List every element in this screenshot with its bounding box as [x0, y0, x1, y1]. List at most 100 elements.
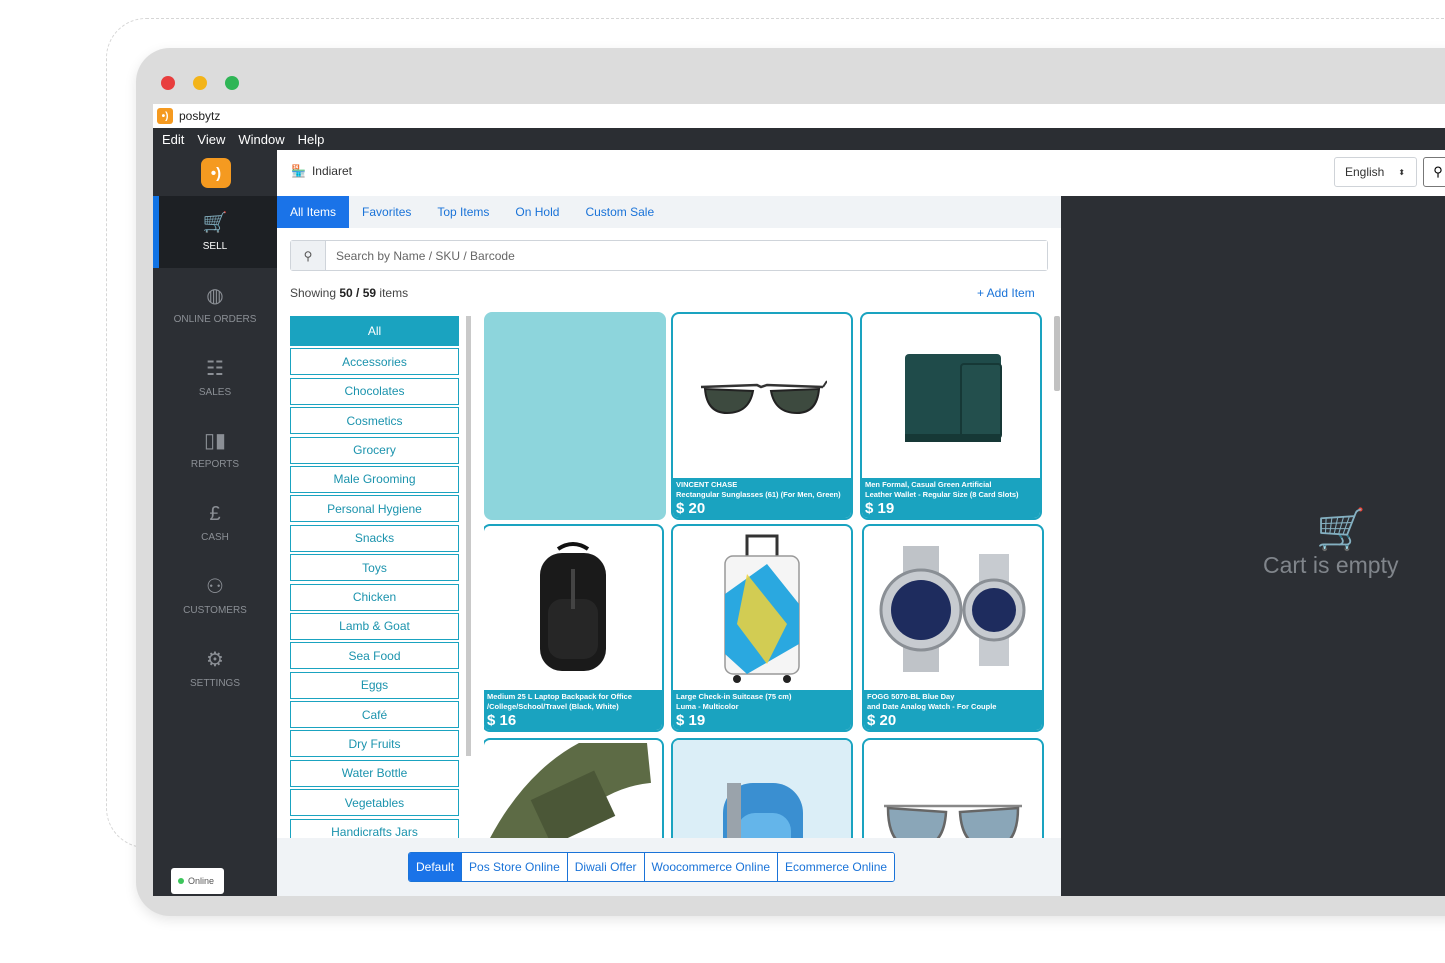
- category-item[interactable]: Lamb & Goat: [290, 612, 459, 640]
- product-card[interactable]: FOGG 5070-BL Blue Day and Date Analog Wa…: [862, 524, 1044, 732]
- store-icon: 🏪: [291, 164, 306, 178]
- checklist-icon: ☷: [206, 358, 224, 380]
- category-item[interactable]: Chocolates: [290, 377, 459, 405]
- price-list-pos-store-online[interactable]: Pos Store Online: [462, 853, 568, 881]
- window-controls: [161, 76, 239, 90]
- sidebar-item-customers[interactable]: ⚇ CUSTOMERS: [153, 560, 277, 632]
- category-item[interactable]: Vegetables: [290, 789, 459, 817]
- store-name: Indiaret: [311, 164, 352, 178]
- bar-chart-icon: ▯▮: [203, 430, 226, 452]
- category-item[interactable]: Chicken: [290, 583, 459, 611]
- app-title: posbytz: [179, 109, 221, 123]
- empty-cart-icon: 🛒: [1316, 508, 1366, 552]
- product-grid-scrollbar[interactable]: [1054, 316, 1060, 391]
- users-icon: ⚇: [206, 576, 224, 598]
- sidebar-item-sell[interactable]: 🛒 SELL: [153, 196, 277, 268]
- category-item[interactable]: Snacks: [290, 524, 459, 552]
- online-status-text: Online: [188, 876, 215, 886]
- sidebar-item-label: REPORTS: [190, 459, 240, 470]
- product-card[interactable]: Medium 25 L Laptop Backpack for Office /…: [484, 524, 664, 732]
- category-item[interactable]: Sea Food: [290, 642, 459, 670]
- showing-prefix: Showing: [290, 286, 337, 300]
- select-arrows-icon: ⬍: [1398, 167, 1406, 177]
- product-price: $ 20: [867, 712, 897, 729]
- price-list-default[interactable]: Default: [409, 853, 463, 881]
- gear-icon: ⚙: [206, 649, 224, 671]
- maximize-dot[interactable]: [225, 76, 239, 90]
- category-item[interactable]: Dry Fruits: [290, 730, 459, 758]
- product-card[interactable]: [671, 738, 853, 838]
- tab-favorites[interactable]: Favorites: [349, 196, 424, 228]
- product-name: FOGG 5070-BL Blue Day and Date Analog Wa…: [867, 692, 997, 711]
- category-item[interactable]: All: [290, 316, 459, 346]
- sidebar-item-online-orders[interactable]: ◍ ONLINE ORDERS: [153, 269, 277, 341]
- price-list-woocommerce-online[interactable]: Woocommerce Online: [644, 853, 779, 881]
- category-item[interactable]: Café: [290, 701, 459, 729]
- product-card-empty[interactable]: [484, 312, 666, 520]
- product-price: $ 19: [865, 500, 895, 517]
- product-name: VINCENT CHASE Rectangular Sunglasses (61…: [676, 480, 841, 499]
- category-scrollbar[interactable]: [466, 316, 471, 756]
- cart-panel: 🛒 Cart is empty: [1061, 196, 1445, 896]
- tab-top-items[interactable]: Top Items: [424, 196, 502, 228]
- search-input[interactable]: [326, 241, 1047, 270]
- sidebar-item-cash[interactable]: £ CASH: [153, 487, 277, 559]
- online-dot-icon: [178, 878, 184, 884]
- category-item[interactable]: Personal Hygiene: [290, 495, 459, 523]
- product-name: Men Formal, Casual Green Artificial Leat…: [865, 480, 1019, 499]
- tab-all-items[interactable]: All Items: [277, 196, 350, 228]
- cash-icon: £: [209, 503, 221, 525]
- product-info: Medium 25 L Laptop Backpack for Office /…: [484, 690, 662, 730]
- product-info: VINCENT CHASE Rectangular Sunglasses (61…: [673, 478, 851, 518]
- tab-custom-sale[interactable]: Custom Sale: [572, 196, 667, 228]
- tab-on-hold[interactable]: On Hold: [502, 196, 572, 228]
- item-tabs: All Items Favorites Top Items On Hold Cu…: [277, 196, 1061, 228]
- posbytz-logo-icon: •): [201, 158, 231, 188]
- category-item[interactable]: Eggs: [290, 671, 459, 699]
- category-list: All Accessories Chocolates Cosmetics Gro…: [290, 316, 460, 838]
- product-card[interactable]: [862, 738, 1044, 838]
- add-item-link[interactable]: + Add Item: [977, 286, 1035, 300]
- price-list-bar: Default Pos Store Online Diwali Offer Wo…: [277, 838, 1061, 896]
- category-item[interactable]: Cosmetics: [290, 407, 459, 435]
- price-list-group: Default Pos Store Online Diwali Offer Wo…: [408, 852, 896, 882]
- sidebar-item-label: SALES: [198, 387, 232, 398]
- product-info: Large Check-in Suitcase (75 cm) Luma - M…: [673, 690, 851, 730]
- category-item[interactable]: Water Bottle: [290, 759, 459, 787]
- language-select[interactable]: English ⬍: [1334, 157, 1417, 187]
- product-info: Men Formal, Casual Green Artificial Leat…: [862, 478, 1040, 518]
- belt-image: [484, 740, 662, 838]
- search-icon: ⚲: [1433, 164, 1443, 179]
- menu-window[interactable]: Window: [238, 132, 284, 147]
- menu-view[interactable]: View: [197, 132, 225, 147]
- menu-edit[interactable]: Edit: [162, 132, 184, 147]
- menu-help[interactable]: Help: [298, 132, 325, 147]
- product-name: Medium 25 L Laptop Backpack for Office /…: [487, 692, 632, 711]
- backpack-image: [484, 526, 662, 692]
- category-item[interactable]: Toys: [290, 554, 459, 582]
- product-card[interactable]: [484, 738, 664, 838]
- product-card[interactable]: Large Check-in Suitcase (75 cm) Luma - M…: [671, 524, 853, 732]
- sidebar-item-sales[interactable]: ☷ SALES: [153, 342, 277, 414]
- minimize-dot[interactable]: [193, 76, 207, 90]
- price-list-ecommerce-online[interactable]: Ecommerce Online: [778, 853, 895, 881]
- category-item[interactable]: Male Grooming: [290, 465, 459, 493]
- price-list-diwali-offer[interactable]: Diwali Offer: [567, 853, 645, 881]
- store-selector[interactable]: 🏪 Indiaret: [291, 164, 352, 178]
- cart-empty-text: Cart is empty: [1263, 552, 1399, 578]
- product-name: Large Check-in Suitcase (75 cm) Luma - M…: [676, 692, 792, 711]
- sidebar-item-reports[interactable]: ▯▮ REPORTS: [153, 414, 277, 486]
- online-status-badge: Online: [171, 868, 224, 894]
- close-dot[interactable]: [161, 76, 175, 90]
- sidebar-item-settings[interactable]: ⚙ SETTINGS: [153, 633, 277, 705]
- category-item[interactable]: Grocery: [290, 436, 459, 464]
- top-bar: 🏪 Indiaret English ⬍ ⚲: [277, 150, 1445, 196]
- product-card[interactable]: Men Formal, Casual Green Artificial Leat…: [860, 312, 1042, 520]
- sidebar: •) 🛒 SELL ◍ ONLINE ORDERS ☷ SALES ▯▮ REP…: [153, 150, 277, 896]
- search-button[interactable]: ⚲: [1423, 157, 1445, 187]
- sidebar-item-label: SETTINGS: [189, 678, 240, 689]
- category-item[interactable]: Handicrafts Jars: [290, 818, 459, 838]
- product-card[interactable]: VINCENT CHASE Rectangular Sunglasses (61…: [671, 312, 853, 520]
- category-item[interactable]: Accessories: [290, 348, 459, 376]
- watch-image: [864, 526, 1042, 692]
